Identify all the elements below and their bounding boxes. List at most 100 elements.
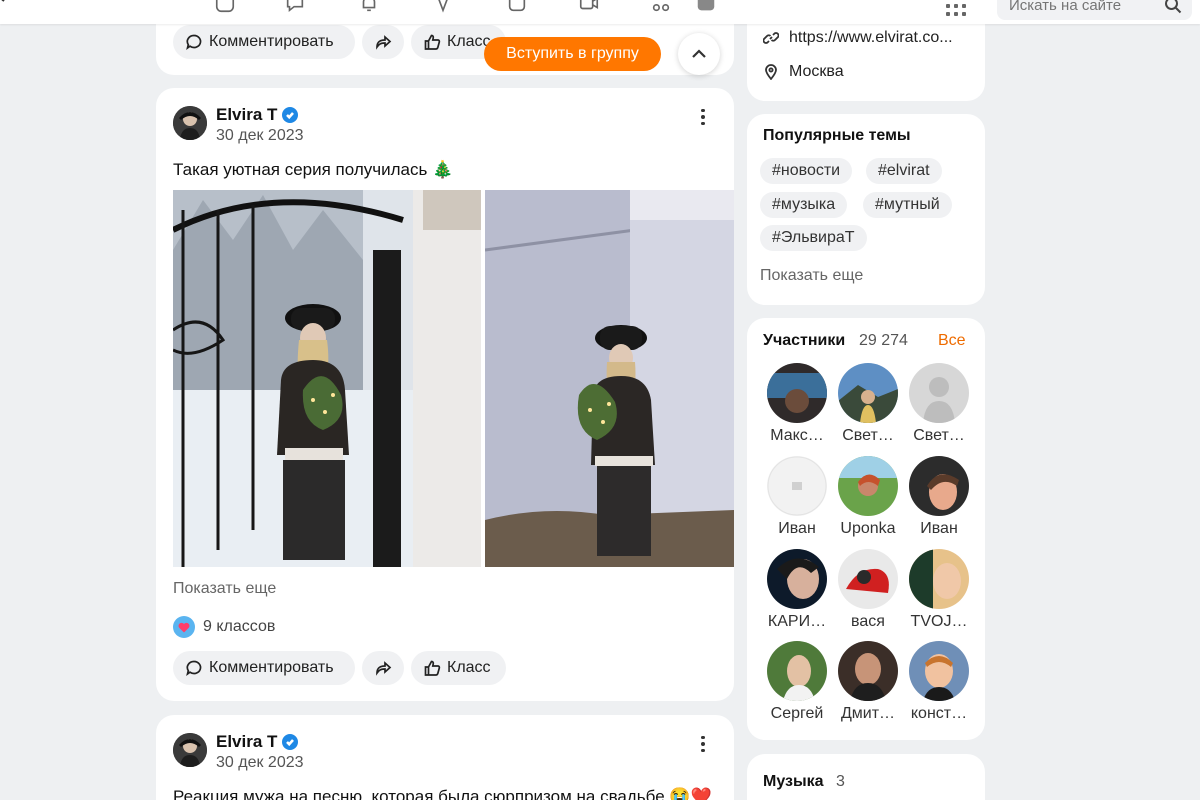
post-date[interactable]: 30 дек 2023	[216, 127, 304, 145]
show-more-topics-link[interactable]: Показать еще	[760, 267, 863, 285]
post-photo-2[interactable]	[485, 190, 734, 567]
member-avatar	[767, 363, 827, 423]
members-card: Участники 29 274 Все Макс… Свет… Свет… И…	[747, 318, 985, 740]
member-item[interactable]: Свет…	[836, 363, 900, 453]
comment-button[interactable]: Комментировать	[173, 651, 355, 685]
member-item[interactable]: конст…	[907, 641, 971, 731]
member-avatar	[838, 363, 898, 423]
search-icon[interactable]	[1164, 0, 1182, 14]
like-label: Класс	[447, 659, 491, 676]
nav-events-icon[interactable]	[504, 0, 530, 16]
thumbs-up-icon	[423, 659, 441, 677]
member-name: Uponka	[840, 520, 896, 537]
topic-tag[interactable]: #музыка	[760, 192, 848, 218]
post-date[interactable]: 30 дек 2023	[216, 754, 304, 772]
member-item[interactable]: Сергей	[765, 641, 829, 731]
member-name: Иван	[920, 520, 958, 537]
music-card: Музыка 3	[747, 754, 985, 800]
members-count: 29 274	[859, 332, 908, 349]
nav-guests-icon[interactable]	[430, 0, 456, 16]
member-avatar	[838, 549, 898, 609]
member-avatar	[909, 549, 969, 609]
nav-video-icon[interactable]	[576, 0, 602, 16]
nav-messages-icon[interactable]	[282, 0, 308, 16]
top-navigation-bar	[0, 0, 1200, 24]
topic-tag[interactable]: #мутный	[863, 192, 952, 218]
popular-topics-title: Популярные темы	[763, 127, 911, 144]
share-icon	[374, 33, 392, 51]
likes-count: 9 классов	[203, 618, 276, 635]
member-name: Макс…	[770, 427, 824, 444]
website-url: https://www.elvirat.co...	[789, 29, 953, 46]
comment-icon	[185, 33, 203, 51]
music-count: 3	[836, 773, 845, 790]
member-item[interactable]: Иван	[765, 456, 829, 546]
member-item[interactable]: Иван	[907, 456, 971, 546]
member-item[interactable]: Uponka	[836, 456, 900, 546]
member-item[interactable]: TVOJ…	[907, 549, 971, 639]
website-link[interactable]: https://www.elvirat.co...	[763, 29, 953, 47]
author-avatar[interactable]	[173, 106, 207, 140]
member-name: Сергей	[770, 705, 824, 722]
member-item[interactable]: КАРИ…	[765, 549, 829, 639]
chevron-up-icon	[690, 45, 708, 63]
comment-icon	[185, 659, 203, 677]
member-avatar	[767, 641, 827, 701]
show-more-link[interactable]: Показать еще	[173, 580, 276, 598]
post-photo-1[interactable]	[173, 190, 481, 567]
likes-summary[interactable]: 9 классов	[173, 615, 275, 639]
post-menu-button[interactable]	[693, 105, 713, 129]
member-avatar	[767, 456, 827, 516]
member-item[interactable]: вася	[836, 549, 900, 639]
member-avatar	[909, 363, 969, 423]
author-name[interactable]: Elvira T	[216, 732, 277, 752]
member-name: Иван	[778, 520, 816, 537]
nav-music-icon[interactable]	[648, 0, 674, 16]
post-menu-button[interactable]	[693, 732, 713, 756]
city-name: Москва	[789, 63, 844, 80]
back-arrow-icon[interactable]	[0, 0, 6, 2]
comment-button[interactable]: Комментировать	[173, 25, 355, 59]
site-search[interactable]	[997, 0, 1192, 20]
member-avatar	[909, 456, 969, 516]
popular-topics-card: Популярные темы #новости #elvirat #музык…	[747, 114, 985, 305]
member-name: конст…	[910, 705, 968, 722]
member-item[interactable]: Свет…	[907, 363, 971, 453]
verified-badge-icon	[282, 107, 298, 123]
topic-tag[interactable]: #elvirat	[866, 158, 942, 184]
link-icon	[763, 30, 789, 46]
nav-notifications-icon[interactable]	[356, 0, 382, 16]
member-name: Свет…	[913, 427, 965, 444]
member-avatar	[838, 456, 898, 516]
member-avatar	[838, 641, 898, 701]
topic-tag[interactable]: #новости	[760, 158, 853, 184]
member-item[interactable]: Дмит…	[836, 641, 900, 731]
thumbs-up-icon	[423, 33, 441, 51]
nav-home-icon[interactable]	[212, 0, 238, 16]
like-button[interactable]: Класс	[411, 651, 506, 685]
nav-games-icon[interactable]	[693, 0, 719, 16]
search-input[interactable]	[1009, 0, 1159, 16]
comment-label: Комментировать	[209, 659, 334, 676]
like-reaction-icon	[173, 616, 195, 638]
post-card: Elvira T 30 дек 2023 Такая уютная серия …	[156, 88, 734, 701]
share-button[interactable]	[362, 651, 404, 685]
join-group-button[interactable]: Вступить в группу	[484, 37, 661, 71]
share-icon	[374, 659, 392, 677]
city-info: Москва	[763, 63, 844, 81]
music-title[interactable]: Музыка	[763, 773, 824, 791]
member-avatar	[767, 549, 827, 609]
all-members-link[interactable]: Все	[938, 332, 966, 350]
comment-label: Комментировать	[209, 33, 334, 50]
share-button[interactable]	[362, 25, 404, 59]
member-name: TVOJ…	[910, 613, 968, 630]
topic-tag[interactable]: #ЭльвираТ	[760, 225, 867, 251]
apps-grid-icon[interactable]	[946, 0, 968, 18]
author-name[interactable]: Elvira T	[216, 105, 277, 125]
author-avatar[interactable]	[173, 733, 207, 767]
member-name: Свет…	[842, 427, 894, 444]
member-name: вася	[851, 613, 885, 630]
scroll-to-top-button[interactable]	[678, 33, 720, 75]
verified-badge-icon	[282, 734, 298, 750]
member-item[interactable]: Макс…	[765, 363, 829, 453]
